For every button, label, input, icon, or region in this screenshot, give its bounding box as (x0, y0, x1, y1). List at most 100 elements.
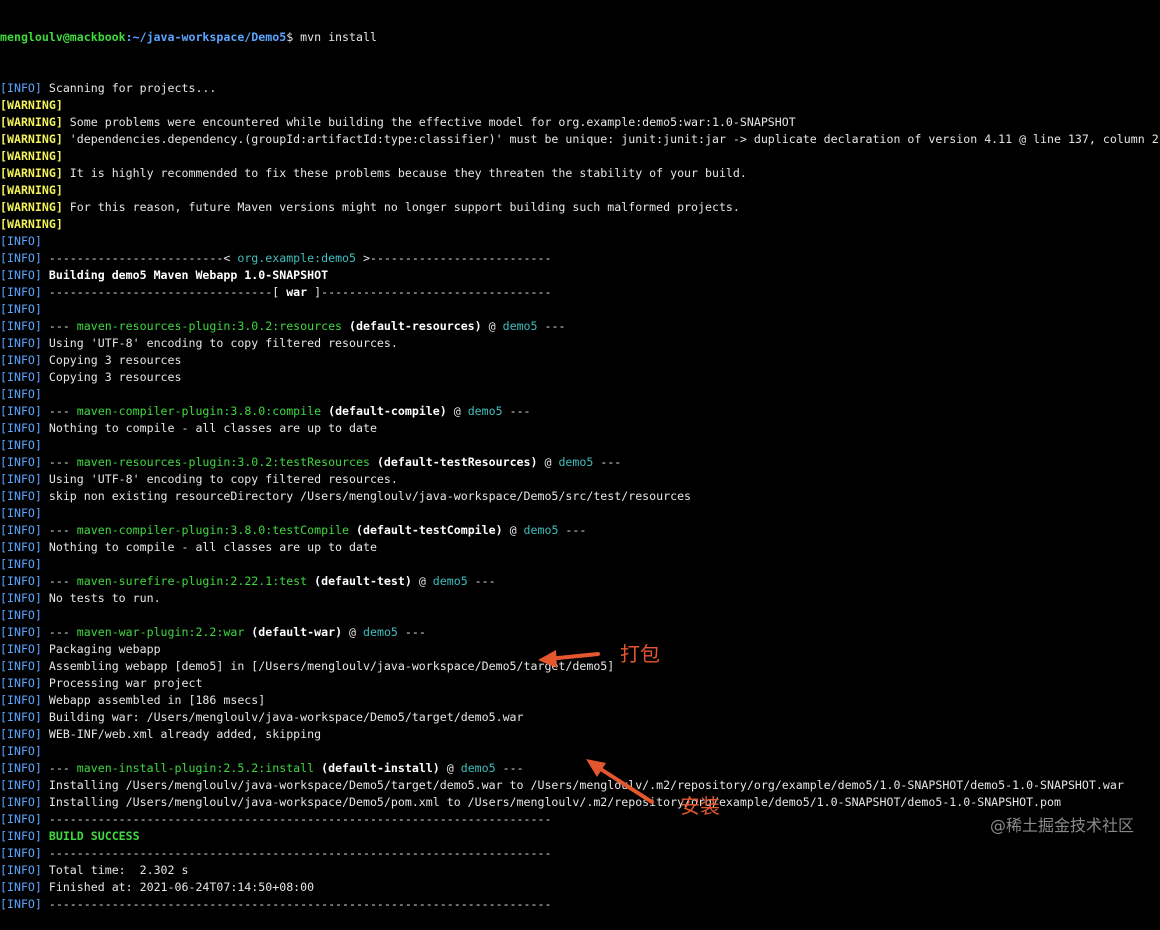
log-level-tag: [INFO] (0, 234, 42, 248)
execution-id: (default-compile) (321, 404, 447, 418)
log-text: Nothing to compile - all classes are up … (41, 421, 377, 435)
log-level-tag: [WARNING] (0, 149, 63, 163)
log-heading: Building demo5 Maven Webapp 1.0-SNAPSHOT (41, 268, 329, 282)
log-line: [INFO] Using 'UTF-8' encoding to copy fi… (0, 471, 1160, 488)
log-text: Packaging webapp (41, 642, 161, 656)
log-line: [WARNING] (0, 182, 1160, 199)
log-line: [INFO] No tests to run. (0, 590, 1160, 607)
log-text: @ (439, 761, 461, 775)
log-text: @ (481, 319, 503, 333)
log-line: [INFO] --- maven-install-plugin:2.5.2:in… (0, 760, 1160, 777)
log-text: 'dependencies.dependency.(groupId:artifa… (62, 132, 1160, 146)
log-level-tag: [INFO] (0, 574, 42, 588)
log-level-tag: [INFO] (0, 81, 42, 95)
log-level-tag: [INFO] (0, 642, 42, 656)
project-name: org.example:demo5 (237, 251, 357, 265)
log-level-tag: [WARNING] (0, 132, 63, 146)
project-name: demo5 (502, 319, 538, 333)
terminal-output[interactable]: mengloulv@mackbook:~/java-workspace/Demo… (0, 0, 1160, 930)
log-level-tag: [INFO] (0, 251, 42, 265)
execution-id: (default-war) (244, 625, 343, 639)
log-text: Nothing to compile - all classes are up … (41, 540, 377, 554)
log-line: [WARNING] Some problems were encountered… (0, 114, 1160, 131)
log-line: [INFO] (0, 437, 1160, 454)
log-level-tag: [INFO] (0, 404, 42, 418)
project-name: demo5 (460, 761, 496, 775)
log-level-tag: [INFO] (0, 336, 42, 350)
log-line: [INFO] Nothing to compile - all classes … (0, 420, 1160, 437)
log-level-tag: [INFO] (0, 387, 42, 401)
log-line: [INFO] (0, 301, 1160, 318)
log-level-tag: [INFO] (0, 319, 42, 333)
log-line: [WARNING] (0, 216, 1160, 233)
plugin-goal: maven-compiler-plugin:3.8.0:testCompile (76, 523, 350, 537)
log-line: [INFO] --- maven-surefire-plugin:2.22.1:… (0, 573, 1160, 590)
prompt-user-host: mengloulv@mackbook (0, 30, 126, 44)
log-level-tag: [INFO] (0, 523, 42, 537)
log-line: [WARNING] 'dependencies.dependency.(grou… (0, 131, 1160, 148)
log-level-tag: [INFO] (0, 302, 42, 316)
log-line: [INFO] --------------------------------[… (0, 284, 1160, 301)
log-line: [INFO] (0, 386, 1160, 403)
log-text: >-------------------------- (356, 251, 552, 265)
log-text: --- (41, 404, 77, 418)
plugin-goal: maven-surefire-plugin:2.22.1:test (76, 574, 308, 588)
log-level-tag: [INFO] (0, 540, 42, 554)
log-text: @ (342, 625, 364, 639)
log-text: ----------------------------------------… (41, 812, 552, 826)
log-line: [INFO] Finished at: 2021-06-24T07:14:50+… (0, 879, 1160, 896)
log-line: [INFO] ---------------------------------… (0, 811, 1160, 828)
log-text: --- (41, 625, 77, 639)
log-text: Using 'UTF-8' encoding to copy filtered … (41, 472, 398, 486)
log-level-tag: [INFO] (0, 557, 42, 571)
log-line: [INFO] (0, 743, 1160, 760)
log-line: [INFO] Building demo5 Maven Webapp 1.0-S… (0, 267, 1160, 284)
log-text: Some problems were encountered while bui… (62, 115, 796, 129)
log-text: --- (495, 761, 524, 775)
log-level-tag: [INFO] (0, 285, 42, 299)
log-text: --- (467, 574, 496, 588)
log-level-tag: [INFO] (0, 812, 42, 826)
project-name: demo5 (467, 404, 503, 418)
log-text: Building war: /Users/mengloulv/java-work… (41, 710, 524, 724)
log-text: skip non existing resourceDirectory /Use… (41, 489, 692, 503)
log-level-tag: [INFO] (0, 863, 42, 877)
log-line: [INFO] (0, 233, 1160, 250)
log-level-tag: [INFO] (0, 455, 42, 469)
log-line: [INFO] ---------------------------------… (0, 896, 1160, 913)
log-text: Installing /Users/mengloulv/java-workspa… (41, 795, 1061, 809)
log-level-tag: [WARNING] (0, 98, 63, 112)
log-level-tag: [INFO] (0, 897, 42, 911)
log-line: [INFO] Scanning for projects... (0, 80, 1160, 97)
log-level-tag: [WARNING] (0, 115, 63, 129)
project-name: demo5 (363, 625, 398, 639)
log-text: --- (558, 523, 587, 537)
log-text: --------------------------------[ (41, 285, 287, 299)
log-level-tag: [INFO] (0, 421, 42, 435)
log-level-tag: [INFO] (0, 625, 42, 639)
build-status: BUILD SUCCESS (41, 829, 140, 843)
log-line: [INFO] BUILD SUCCESS (0, 828, 1160, 845)
log-line: [INFO] --- maven-resources-plugin:3.0.2:… (0, 318, 1160, 335)
log-text: --- (41, 319, 77, 333)
log-text: Copying 3 resources (41, 353, 182, 367)
log-line: [INFO] -------------------------< org.ex… (0, 250, 1160, 267)
log-text: Using 'UTF-8' encoding to copy filtered … (41, 336, 398, 350)
execution-id: (default-testResources) (369, 455, 538, 469)
log-line: [INFO] Assembling webapp [demo5] in [/Us… (0, 658, 1160, 675)
log-text: --- (593, 455, 622, 469)
log-level-tag: [INFO] (0, 608, 42, 622)
log-line: [INFO] skip non existing resourceDirecto… (0, 488, 1160, 505)
log-line: [INFO] WEB-INF/web.xml already added, sk… (0, 726, 1160, 743)
plugin-goal: maven-resources-plugin:3.0.2:testResourc… (76, 455, 370, 469)
log-text: Installing /Users/mengloulv/java-workspa… (41, 778, 1124, 792)
log-line: [INFO] Nothing to compile - all classes … (0, 539, 1160, 556)
plugin-goal: maven-install-plugin:2.5.2:install (76, 761, 315, 775)
log-text: --- (502, 404, 531, 418)
log-level-tag: [INFO] (0, 727, 42, 741)
annotation-install-label: 安装 (680, 794, 720, 818)
log-text: For this reason, future Maven versions m… (62, 200, 740, 214)
log-text: --- (41, 455, 77, 469)
log-line: [INFO] Using 'UTF-8' encoding to copy fi… (0, 335, 1160, 352)
log-level-tag: [WARNING] (0, 217, 63, 231)
